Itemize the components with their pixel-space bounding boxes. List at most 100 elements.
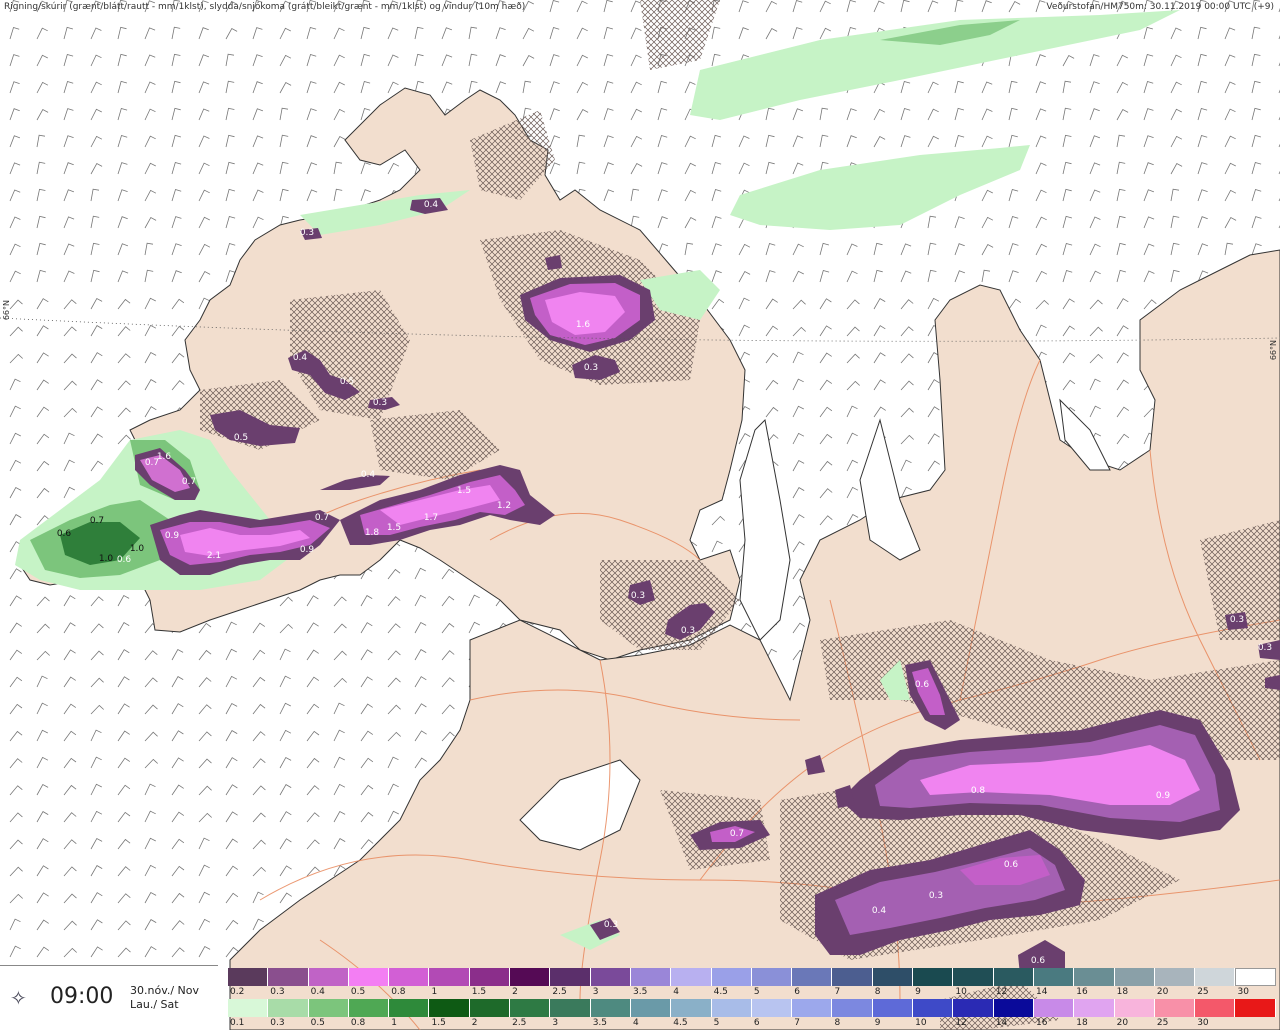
date-line-2: Lau./ Sat bbox=[130, 998, 179, 1011]
legend-snow-label: 10 bbox=[955, 987, 967, 997]
legend-rain-label: 0.3 bbox=[270, 1018, 285, 1028]
legend-rain-label: 5 bbox=[713, 1018, 720, 1028]
precip-value-label: 1.7 bbox=[424, 513, 438, 523]
precip-value-label: 0.9 bbox=[165, 531, 180, 541]
legend-snow-swatch bbox=[630, 968, 672, 986]
legend-rain-label: 4.5 bbox=[673, 1018, 688, 1028]
legend-rain-swatch bbox=[913, 999, 954, 1017]
legend-snow-swatch bbox=[1074, 968, 1115, 986]
precip-value-label: 1.0 bbox=[99, 554, 114, 564]
legend-snow-label: 4.5 bbox=[713, 987, 728, 997]
legend-rain-swatch bbox=[671, 999, 712, 1017]
legend-rain-swatch bbox=[550, 999, 591, 1017]
legend-snow-row bbox=[228, 968, 1276, 986]
legend-rain-label: 3 bbox=[552, 1018, 559, 1028]
legend-snow-label: 0.3 bbox=[270, 987, 285, 997]
legend-rain-label: 0.8 bbox=[350, 1018, 366, 1028]
precip-value-label: 0.3 bbox=[631, 591, 645, 601]
legend-rain-swatch bbox=[751, 999, 793, 1017]
legend-snow-label: 4 bbox=[673, 987, 680, 997]
legend-snow-swatch bbox=[348, 968, 390, 986]
precip-value-label: 1.5 bbox=[457, 486, 471, 496]
legend-snow-labels: 0.2 0.3 0.4 0.5 0.8 1 1.5 2 2.5 3 3.5 4 4.5 5 6 7 8 9 10 12… bbox=[228, 987, 1278, 999]
legend-snow-label: 8 bbox=[874, 987, 881, 997]
legend-rain-swatch bbox=[389, 999, 430, 1017]
legend-rain-swatch bbox=[228, 999, 269, 1017]
precip-value-label: 0.3 bbox=[604, 920, 618, 930]
legend-rain-row bbox=[228, 999, 1276, 1017]
legend-snow-label: 3 bbox=[592, 987, 599, 997]
legend-rain-swatch bbox=[590, 999, 631, 1017]
legend-rain-swatch bbox=[1235, 999, 1276, 1017]
precip-value-label: 0.3 bbox=[373, 398, 387, 408]
legend-rain-swatch bbox=[1033, 999, 1075, 1017]
legend-snow-swatch bbox=[1235, 968, 1276, 986]
header-title: Rigning/skúrir (grænt/blátt/rautt - mm/1… bbox=[4, 2, 526, 12]
legend-rain-label: 7 bbox=[794, 1018, 800, 1028]
precip-value-label: 0.9 bbox=[300, 545, 315, 555]
precip-value-label: 0.3 bbox=[300, 228, 314, 238]
legend-snow-label: 0.4 bbox=[310, 987, 325, 997]
legend-snow-label: 1.5 bbox=[471, 987, 487, 997]
legend-rain-label: 3.5 bbox=[592, 1018, 608, 1028]
legend-rain-swatch bbox=[1195, 999, 1236, 1017]
legend-snow-swatch bbox=[993, 968, 1034, 986]
precip-value-label: 2.1 bbox=[207, 551, 221, 561]
legend-rain-swatch bbox=[711, 999, 752, 1017]
precip-value-label: 0.3 bbox=[681, 626, 695, 636]
precip-value-label: 0.6 bbox=[117, 555, 132, 565]
grid-label-left: 66°N bbox=[2, 300, 11, 321]
legend-snow-swatch bbox=[832, 968, 873, 986]
color-legend: 0.2 0.3 0.4 0.5 0.8 1 1.5 2 2.5 3 3.5 4 4.5 5 6 7 8 9 10 12… bbox=[228, 968, 1280, 1030]
legend-snow-swatch bbox=[228, 968, 269, 986]
precip-value-label: 0.8 bbox=[971, 786, 986, 796]
legend-rain-label: 18 bbox=[1076, 1018, 1088, 1028]
legend-snow-label: 14 bbox=[1036, 987, 1048, 997]
legend-snow-label: 5 bbox=[753, 987, 760, 997]
legend-snow-label: 0.2 bbox=[230, 987, 245, 997]
legend-snow-swatch bbox=[268, 968, 309, 986]
precip-value-label: 0.6 bbox=[1004, 860, 1019, 870]
legend-rain-label: 2.5 bbox=[512, 1018, 527, 1028]
precip-value-label: 0.3 bbox=[929, 891, 943, 901]
legend-snow-swatch bbox=[590, 968, 631, 986]
precip-value-label: 1.0 bbox=[130, 544, 145, 554]
precip-value-label: 0.4 bbox=[872, 906, 887, 916]
precip-value-label: 0.7 bbox=[315, 513, 329, 523]
legend-rain-label: 9 bbox=[874, 1018, 881, 1028]
legend-rain-swatch bbox=[792, 999, 833, 1017]
legend-snow-swatch bbox=[550, 968, 591, 986]
legend-snow-label: 0.8 bbox=[391, 987, 406, 997]
weather-map: 1.60.30.40.50.40.30.30.50.71.60.70.41.51… bbox=[0, 0, 1280, 1030]
precip-value-label: 0.9 bbox=[1156, 791, 1171, 801]
legend-rain-swatch bbox=[429, 999, 470, 1017]
legend-rain-label: 0.5 bbox=[310, 1018, 325, 1028]
time-panel: ✧ 09:00 30.nóv./ Nov Lau./ Sat bbox=[0, 965, 218, 1031]
time-value: 09:00 bbox=[50, 984, 114, 1009]
legend-snow-label: 20 bbox=[1156, 987, 1169, 997]
legend-snow-label: 0.5 bbox=[350, 987, 366, 997]
precip-value-label: 0.4 bbox=[293, 353, 308, 363]
legend-rain-swatch bbox=[953, 999, 994, 1017]
legend-snow-swatch bbox=[469, 968, 511, 986]
legend-rain-swatch bbox=[832, 999, 873, 1017]
legend-snow-label: 3.5 bbox=[633, 987, 648, 997]
precip-value-label: 0.5 bbox=[340, 377, 354, 387]
legend-snow-label: 6 bbox=[794, 987, 800, 997]
legend-snow-swatch bbox=[510, 968, 551, 986]
legend-rain-label: 30 bbox=[1197, 1018, 1209, 1028]
legend-rain-label: 8 bbox=[834, 1018, 841, 1028]
precip-value-label: 1.2 bbox=[497, 501, 511, 511]
precip-value-label: 1.8 bbox=[365, 528, 380, 538]
legend-snow-label: 30 bbox=[1237, 987, 1249, 997]
legend-snow-swatch bbox=[308, 968, 349, 986]
grid-label-right: 66°N bbox=[1269, 340, 1278, 361]
legend-snow-label: 18 bbox=[1116, 987, 1129, 997]
legend-rain-label: 6 bbox=[753, 1018, 760, 1028]
legend-snow-label: 2.5 bbox=[552, 987, 567, 997]
legend-snow-swatch bbox=[751, 968, 793, 986]
legend-snow-swatch bbox=[913, 968, 954, 986]
legend-rain-swatch bbox=[469, 999, 511, 1017]
compass-star-icon[interactable]: ✧ bbox=[10, 988, 27, 1008]
legend-snow-label: 25 bbox=[1197, 987, 1209, 997]
